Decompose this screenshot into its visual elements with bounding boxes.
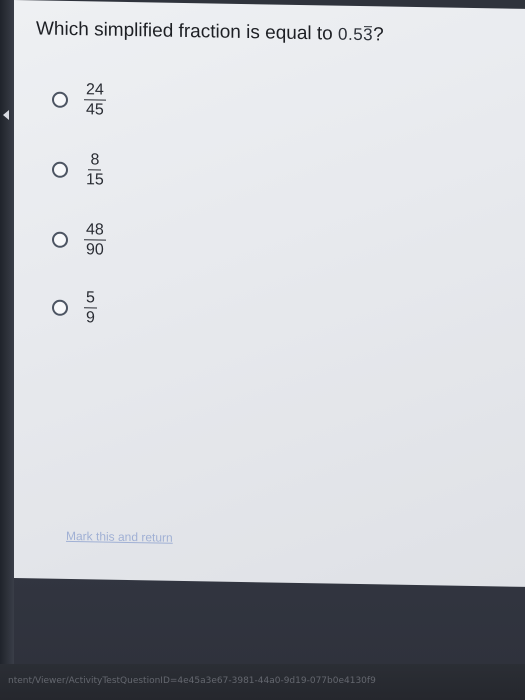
radio-button-2[interactable] bbox=[52, 161, 68, 178]
radio-button-3[interactable] bbox=[52, 231, 68, 248]
question-text: Which simplified fraction is equal to 0.… bbox=[36, 18, 384, 46]
question-prompt: Which simplified fraction is equal to bbox=[36, 18, 333, 45]
numerator: 48 bbox=[84, 220, 106, 241]
question-mark: ? bbox=[373, 24, 384, 46]
denominator: 90 bbox=[86, 241, 104, 259]
answer-choice-3[interactable]: 48 90 bbox=[52, 220, 106, 260]
fraction-1: 24 45 bbox=[84, 80, 106, 119]
denominator: 9 bbox=[86, 309, 95, 327]
repeating-decimal: 0.53 bbox=[338, 25, 373, 45]
radio-button-4[interactable] bbox=[52, 299, 68, 316]
screen: Which simplified fraction is equal to 0.… bbox=[0, 0, 525, 700]
numerator: 24 bbox=[84, 80, 106, 101]
repeating-digit: 3 bbox=[363, 25, 374, 45]
question-panel: Which simplified fraction is equal to 0.… bbox=[14, 0, 525, 587]
answer-choice-4[interactable]: 5 9 bbox=[52, 288, 97, 328]
collapse-arrow-icon[interactable] bbox=[3, 110, 9, 120]
denominator: 15 bbox=[86, 171, 104, 189]
decimal-part: 0.5 bbox=[338, 24, 364, 45]
status-bar: ntent/Viewer/ActivityTestQuestionID=4e45… bbox=[0, 664, 525, 700]
answer-choice-2[interactable]: 8 15 bbox=[52, 150, 106, 190]
numerator: 5 bbox=[84, 288, 97, 309]
numerator: 8 bbox=[88, 150, 102, 171]
denominator: 45 bbox=[86, 101, 104, 119]
fraction-2: 8 15 bbox=[84, 150, 106, 189]
fraction-4: 5 9 bbox=[84, 288, 97, 327]
left-edge bbox=[0, 0, 14, 700]
fraction-3: 48 90 bbox=[84, 220, 106, 259]
radio-button-1[interactable] bbox=[52, 91, 68, 108]
answer-choice-1[interactable]: 24 45 bbox=[52, 80, 106, 120]
mark-and-return-link[interactable]: Mark this and return bbox=[66, 529, 173, 545]
status-url: ntent/Viewer/ActivityTestQuestionID=4e45… bbox=[8, 676, 376, 686]
